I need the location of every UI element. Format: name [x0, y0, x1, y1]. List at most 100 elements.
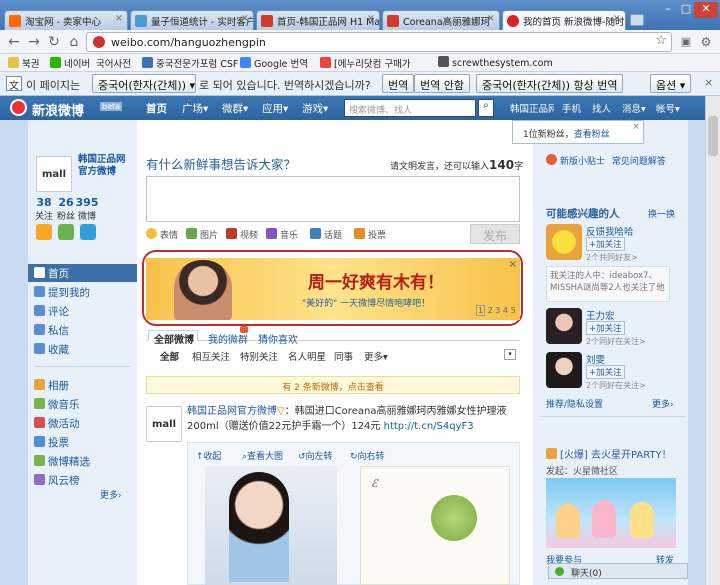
banner-pager[interactable]: 1 2 3 4 5 [476, 305, 516, 316]
follow-button[interactable]: +加关注 [586, 237, 625, 251]
product-leaflet[interactable]: ℰ [360, 466, 510, 585]
wrench-icon[interactable]: ⚙ [698, 34, 714, 50]
more-link[interactable]: 更多› [100, 488, 122, 501]
collapse-button[interactable]: ↑收起 [196, 449, 222, 462]
sidebar-item-events[interactable]: 微活动 [34, 416, 80, 431]
expand-icon[interactable]: ▾ [504, 349, 516, 360]
sidebar-item-album[interactable]: 相册 [34, 378, 69, 393]
event-banner[interactable] [546, 478, 676, 548]
address-bar[interactable]: weibo.com/hanguozhengpin ☆ [86, 32, 672, 52]
suggest-avatar[interactable] [546, 352, 582, 388]
star-icon[interactable]: ☆ [655, 33, 667, 48]
close-icon[interactable]: × [241, 13, 249, 24]
no-translate-button[interactable]: 번역 안함 [414, 74, 470, 93]
nav-group[interactable]: 微群▾ [222, 101, 248, 116]
minimize-button[interactable]: – [660, 2, 676, 18]
suggest-name[interactable]: 反馈我哈哈 [586, 224, 634, 238]
follow-button[interactable]: +加关注 [586, 321, 625, 335]
weibo-search-input[interactable]: 搜索微博、找人 [344, 99, 476, 117]
poll-button[interactable]: 投票 [354, 228, 386, 241]
nav-mobile[interactable]: 手机 [562, 101, 581, 115]
browser-tab[interactable]: 淘宝网 - 卖家中心 × [4, 10, 128, 30]
forward-icon[interactable]: → [26, 34, 42, 50]
maximize-button[interactable]: □ [678, 2, 694, 18]
view-large-button[interactable]: ⌕查看大图 [242, 449, 283, 462]
nav-home[interactable]: 首页 [146, 101, 167, 116]
close-icon[interactable]: × [632, 122, 640, 132]
nav-messages[interactable]: 消息▾ [622, 101, 646, 115]
sidebar-item-rankings[interactable]: 风云榜 [34, 473, 80, 488]
language-select[interactable]: 중국어(한자(간체)) ▾ [92, 74, 196, 93]
avatar[interactable]: mall [36, 156, 72, 192]
follow-button[interactable]: +加关注 [586, 365, 625, 379]
nav-apps[interactable]: 应用▾ [262, 101, 288, 116]
sidebar-item-vote[interactable]: 投票 [34, 435, 69, 450]
sidebar-item-home[interactable]: 首页 [34, 266, 69, 281]
home-icon[interactable]: ⌂ [66, 34, 82, 50]
post-author[interactable]: 韩国正品网官方微博 [187, 406, 277, 417]
tab-all-weibo[interactable]: 全部微博 [154, 331, 194, 346]
filter-special[interactable]: 特别关注 [240, 349, 278, 363]
browser-tab-active[interactable]: 我的首页 新浪微博-随时 × [502, 10, 626, 31]
privacy-settings-link[interactable]: 推荐/隐私设置 [546, 397, 603, 410]
nav-find-people[interactable]: 找人 [592, 101, 611, 115]
sidebar-item-favorites[interactable]: 收藏 [34, 342, 69, 357]
browser-tab[interactable]: Coreana高丽雅娜珂 × [382, 10, 500, 30]
filter-colleague[interactable]: 同事 [334, 349, 353, 363]
music-button[interactable]: 音乐 [266, 228, 298, 241]
close-icon[interactable]: × [613, 13, 621, 24]
always-translate-button[interactable]: 중국어(한자(간체)) 항상 번역 [476, 74, 624, 93]
sidebar-item-featured[interactable]: 微博精选 [34, 454, 90, 469]
browser-tab[interactable]: 首页-韩国正品网 H1 Ma × [256, 10, 380, 30]
nav-account[interactable]: 帐号▾ [656, 101, 680, 115]
close-icon[interactable]: × [704, 76, 713, 89]
publish-button[interactable]: 发布 [470, 224, 520, 244]
bookmark-item[interactable]: Google 번역 [240, 56, 308, 70]
filter-more[interactable]: 更多▾ [364, 349, 388, 363]
profile-name[interactable]: 韩国正品网官方微博 [78, 154, 134, 178]
bookmark-item[interactable]: screwthesystem.com [438, 56, 553, 69]
bookmark-item[interactable]: 북권 [8, 56, 39, 70]
emoticon-button[interactable]: 表情 [146, 228, 178, 241]
suggest-name[interactable]: 王力宏 [586, 308, 615, 322]
translate-button[interactable]: 번역 [382, 74, 415, 93]
bookmark-item[interactable]: 중국전문가포럼 CSF [142, 56, 238, 70]
event-title[interactable]: [火爆] 去火星开PARTY！ [546, 446, 672, 461]
filter-all[interactable]: 全部 [160, 349, 179, 363]
weibo-logo[interactable]: 新浪微博 [32, 100, 84, 119]
tips-link[interactable]: 新版小贴士 [560, 157, 605, 167]
close-icon[interactable]: × [509, 259, 517, 270]
tab-recommend[interactable]: 猜你喜欢 [258, 331, 298, 346]
back-icon[interactable]: ← [6, 34, 22, 50]
post-link[interactable]: http://t.cn/S4qyF3 [384, 421, 474, 432]
video-button[interactable]: 视频 [226, 228, 258, 241]
close-window-button[interactable]: ✕ [694, 2, 718, 18]
view-followers-link[interactable]: 查看粉丝 [574, 130, 610, 140]
new-posts-notice[interactable]: 有 2 条新微博，点击查看 [146, 376, 520, 394]
faq-link[interactable]: 常见问题解答 [612, 157, 666, 167]
scrollbar[interactable] [705, 96, 720, 585]
following-count[interactable]: 38 关注 [32, 196, 56, 222]
bookmark-item[interactable]: 네이버 [50, 56, 90, 70]
posts-count[interactable]: 395 微博 [74, 196, 100, 222]
scrollbar-thumb[interactable] [708, 116, 718, 156]
topic-button[interactable]: 话题 [310, 228, 342, 241]
bookmark-item[interactable]: [에누리닷컴 구매가 [320, 56, 411, 70]
compose-textarea[interactable] [146, 176, 520, 222]
tab-my-groups[interactable]: 我的微群 [208, 331, 248, 346]
page-icon[interactable]: ▣ [678, 34, 694, 50]
sidebar-item-mentions[interactable]: 提到我的 [34, 285, 90, 300]
rotate-left-button[interactable]: ↺向左转 [298, 449, 333, 462]
sidebar-item-music[interactable]: 微音乐 [34, 397, 80, 412]
new-tab-button[interactable] [630, 14, 644, 26]
more-link[interactable]: 更多› [652, 397, 674, 410]
refresh-link[interactable]: 换一换 [648, 207, 675, 220]
reload-icon[interactable]: ↻ [46, 34, 62, 50]
image-button[interactable]: 图片 [186, 228, 218, 241]
close-icon[interactable]: × [115, 13, 123, 24]
sidebar-item-comments[interactable]: 评论 [34, 304, 69, 319]
nav-games[interactable]: 游戏▾ [302, 101, 328, 116]
product-photo[interactable] [205, 466, 337, 585]
browser-tab[interactable]: 量子恒道统计 - 实时客户 × [130, 10, 254, 30]
sidebar-item-messages[interactable]: 私信 [34, 323, 69, 338]
